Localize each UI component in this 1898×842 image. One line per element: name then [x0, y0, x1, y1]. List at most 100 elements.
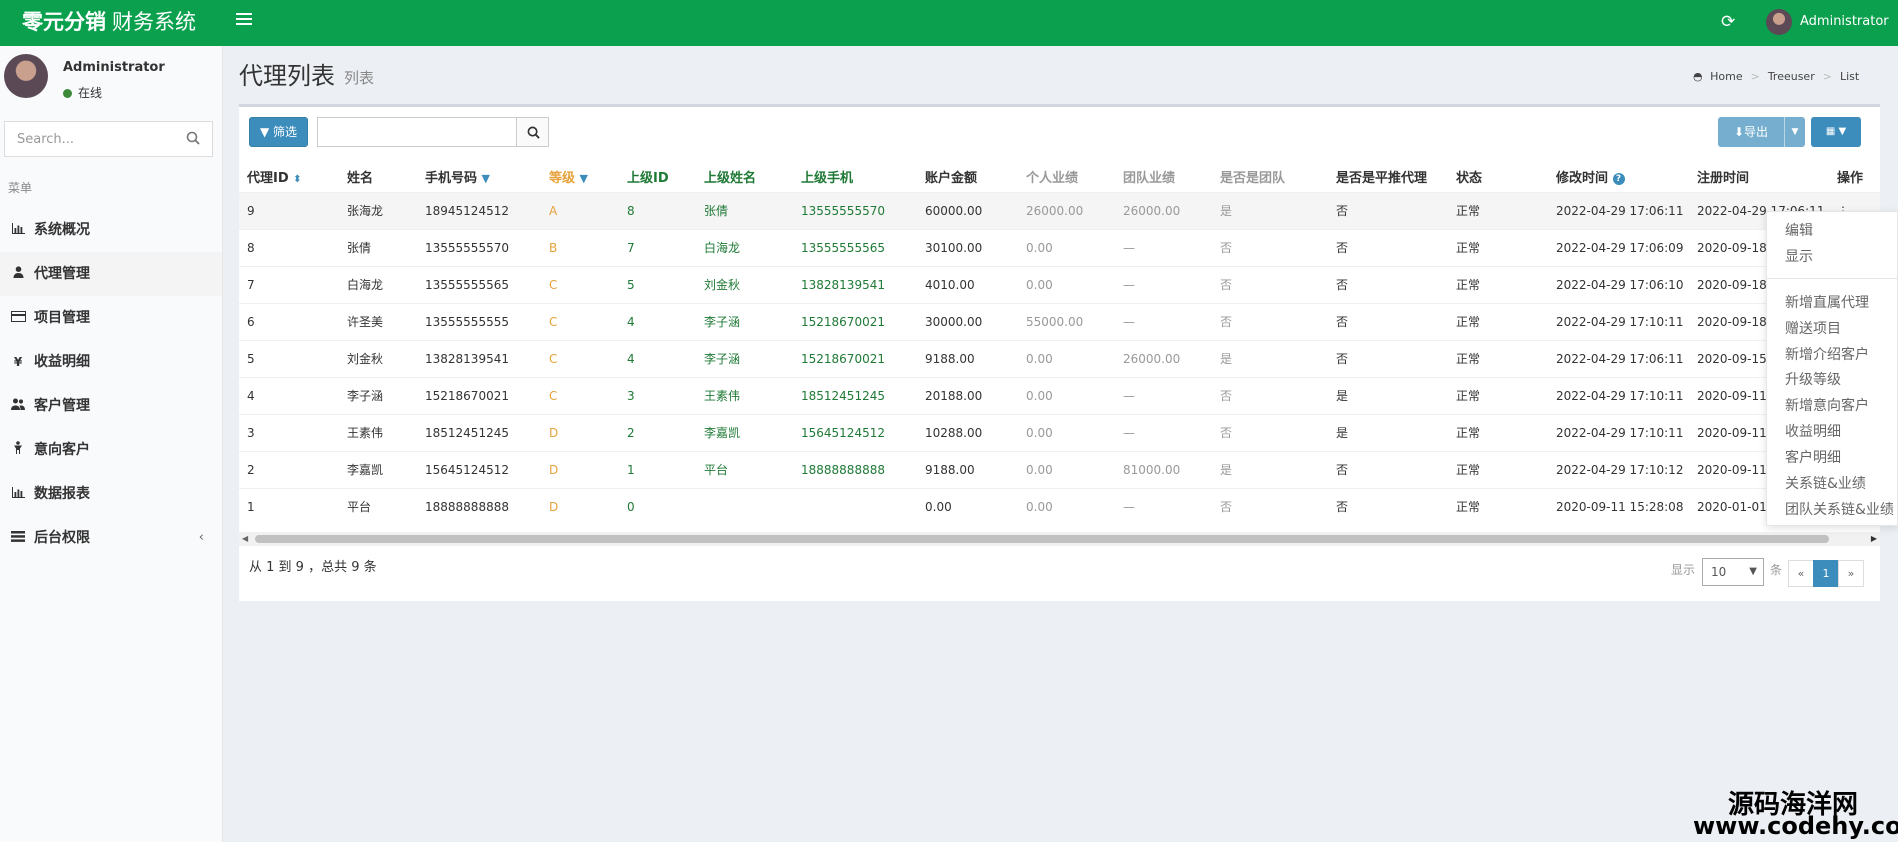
- table-search-button[interactable]: [516, 118, 548, 146]
- menu-item-add-direct-agent[interactable]: 新增直属代理: [1785, 292, 1869, 312]
- cell-balance: 4010.00: [917, 265, 1018, 303]
- table-row[interactable]: 2 李嘉凯 15645124512 D 1 平台 18888888888 9188.00 0.0…: [239, 450, 1880, 488]
- cell-parent-phone: 15645124512: [793, 413, 917, 451]
- table-search-input[interactable]: [318, 118, 516, 146]
- sidebar-item-reports[interactable]: 数据报表: [0, 472, 222, 516]
- menu-item-upgrade-level[interactable]: 升级等级: [1785, 369, 1841, 389]
- sidebar-toggle-icon[interactable]: [236, 13, 252, 27]
- sidebar-item-projects[interactable]: 项目管理: [0, 296, 222, 340]
- dashboard-icon: ◓: [1693, 70, 1703, 83]
- filter-label: 筛选: [273, 125, 298, 139]
- cell-team-perf: —: [1115, 302, 1212, 340]
- cell-personal-perf: 55000.00: [1018, 302, 1115, 340]
- table-row[interactable]: 3 王素伟 18512451245 D 2 李嘉凯 15645124512 10288.00 0…: [239, 413, 1880, 451]
- page-size-select[interactable]: 10 ▼: [1702, 558, 1764, 586]
- cell-balance: 30000.00: [917, 302, 1018, 340]
- menu-item-edit[interactable]: 编辑: [1785, 220, 1813, 240]
- table-row[interactable]: 7 白海龙 13555555565 C 5 刘金秋 13828139541 4010.00 0.…: [239, 265, 1880, 303]
- horizontal-scrollbar[interactable]: ◀ ▶: [239, 532, 1880, 546]
- filter-button[interactable]: ▼ 筛选: [249, 117, 308, 147]
- cell-phone: 15218670021: [417, 376, 541, 414]
- cell-name: 李嘉凯: [339, 450, 417, 488]
- menu-item-view[interactable]: 显示: [1785, 246, 1813, 266]
- cell-name: 许圣美: [339, 302, 417, 340]
- top-avatar[interactable]: [1766, 9, 1792, 35]
- sidebar-item-label: 客户管理: [34, 398, 90, 414]
- search-icon[interactable]: [186, 131, 200, 145]
- col-header-id[interactable]: 代理ID ⬍: [239, 162, 339, 192]
- table-row[interactable]: 8 张倩 13555555570 B 7 白海龙 13555555565 30100.00 0.…: [239, 228, 1880, 266]
- cell-status: 正常: [1448, 228, 1548, 266]
- cell-team-perf: —: [1115, 265, 1212, 303]
- cell-id: 6: [239, 302, 339, 340]
- cell-id: 8: [239, 228, 339, 266]
- sidebar-search-input[interactable]: [5, 122, 175, 156]
- scroll-left-icon[interactable]: ◀: [242, 532, 248, 546]
- menu-item-team-relation-chain[interactable]: 团队关系链&业绩: [1785, 499, 1894, 519]
- scrollbar-thumb[interactable]: [255, 535, 1829, 543]
- sidebar-item-prospects[interactable]: 意向客户: [0, 428, 222, 472]
- cell-is-team: 否: [1212, 302, 1328, 340]
- export-dropdown-caret-icon[interactable]: ▼: [1784, 117, 1805, 147]
- cell-parent-phone: 13555555565: [793, 228, 917, 266]
- breadcrumb: ◓ Home > Treeuser > List: [1693, 70, 1860, 83]
- table-row[interactable]: 4 李子涵 15218670021 C 3 王素伟 18512451245 20188.00 0…: [239, 376, 1880, 414]
- sidebar-item-earnings[interactable]: ¥ 收益明细: [0, 340, 222, 384]
- cell-parent-id: 7: [619, 228, 696, 266]
- pager-prev[interactable]: «: [1788, 560, 1814, 587]
- cell-is-team: 否: [1212, 376, 1328, 414]
- sidebar-item-overview[interactable]: 系统概况: [0, 208, 222, 252]
- filter-icon: ▼: [259, 125, 270, 139]
- agent-table: 代理ID ⬍ 姓名 手机号码 ▼ 等级 ▼ 上级ID 上级姓名 上级手机 账户金…: [239, 162, 1880, 525]
- col-header-parent-id: 上级ID: [627, 171, 669, 187]
- col-header-registered: 注册时间: [1697, 171, 1750, 187]
- top-user-name[interactable]: Administrator: [1800, 0, 1889, 44]
- menu-item-gift-project[interactable]: 赠送项目: [1785, 318, 1841, 338]
- cell-is-team: 是: [1212, 450, 1328, 488]
- menu-item-earnings-detail[interactable]: 收益明细: [1785, 421, 1841, 441]
- table-row[interactable]: 9 张海龙 18945124512 A 8 张倩 13555555570 60000.00 26…: [239, 191, 1880, 229]
- cell-level: C: [541, 265, 619, 303]
- pager-page-1[interactable]: 1: [1813, 560, 1839, 587]
- filter-funnel-icon[interactable]: ▼: [482, 172, 490, 185]
- help-icon[interactable]: ?: [1612, 173, 1625, 186]
- col-header-name: 姓名: [347, 171, 374, 187]
- scroll-right-icon[interactable]: ▶: [1871, 532, 1877, 546]
- logo-bold: 零元分销: [22, 10, 106, 34]
- cell-parent-id: 5: [619, 265, 696, 303]
- menu-divider: [1767, 278, 1898, 279]
- breadcrumb-treeuser[interactable]: Treeuser: [1768, 70, 1815, 83]
- sidebar-item-label: 数据报表: [34, 486, 90, 502]
- sidebar-item-customers[interactable]: 客户管理: [0, 384, 222, 428]
- pagination-info: 从 1 到 9 ，总共 9 条: [249, 560, 377, 575]
- table-row[interactable]: 5 刘金秋 13828139541 C 4 李子涵 15218670021 9188.00 0.…: [239, 339, 1880, 377]
- refresh-icon[interactable]: ⟳: [1721, 12, 1735, 32]
- cell-team-perf: —: [1115, 228, 1212, 266]
- app-logo[interactable]: 零元分销 财务系统: [22, 0, 196, 46]
- cell-personal-perf: 0.00: [1018, 228, 1115, 266]
- menu-item-customer-detail[interactable]: 客户明细: [1785, 447, 1841, 467]
- export-button[interactable]: ⬇导出 ▼: [1718, 117, 1805, 147]
- sidebar-item-agents[interactable]: 代理管理: [0, 252, 222, 296]
- cell-level: D: [541, 487, 619, 525]
- breadcrumb-home[interactable]: Home: [1710, 70, 1742, 83]
- columns-toggle-button[interactable]: ▦ ▼: [1811, 117, 1861, 147]
- menu-item-relation-chain[interactable]: 关系链&业绩: [1785, 473, 1866, 493]
- cell-balance: 9188.00: [917, 450, 1018, 488]
- page-title: 代理列表: [239, 62, 335, 90]
- cell-team-perf: 81000.00: [1115, 450, 1212, 488]
- sidebar-item-label: 意向客户: [34, 442, 90, 458]
- menu-item-add-referral-customer[interactable]: 新增介绍客户: [1785, 344, 1869, 364]
- cell-level: C: [541, 376, 619, 414]
- table-row[interactable]: 1 平台 18888888888 D 0 0.00 0.00— 否否正常 2020-09-11 …: [239, 487, 1880, 525]
- sidebar-item-permissions[interactable]: 后台权限 ‹: [0, 516, 222, 560]
- table-row[interactable]: 6 许圣美 13555555555 C 4 李子涵 15218670021 30000.00 5…: [239, 302, 1880, 340]
- cell-personal-perf: 0.00: [1018, 376, 1115, 414]
- cell-parent-name: 白海龙: [696, 228, 793, 266]
- cell-is-flat: 否: [1328, 450, 1448, 488]
- sort-icon[interactable]: ⬍: [293, 174, 301, 185]
- filter-funnel-icon[interactable]: ▼: [580, 172, 588, 185]
- cell-updated: 2022-04-29 17:10:12: [1548, 450, 1689, 488]
- menu-item-add-prospect[interactable]: 新增意向客户: [1785, 395, 1869, 415]
- pager-next[interactable]: »: [1838, 560, 1864, 587]
